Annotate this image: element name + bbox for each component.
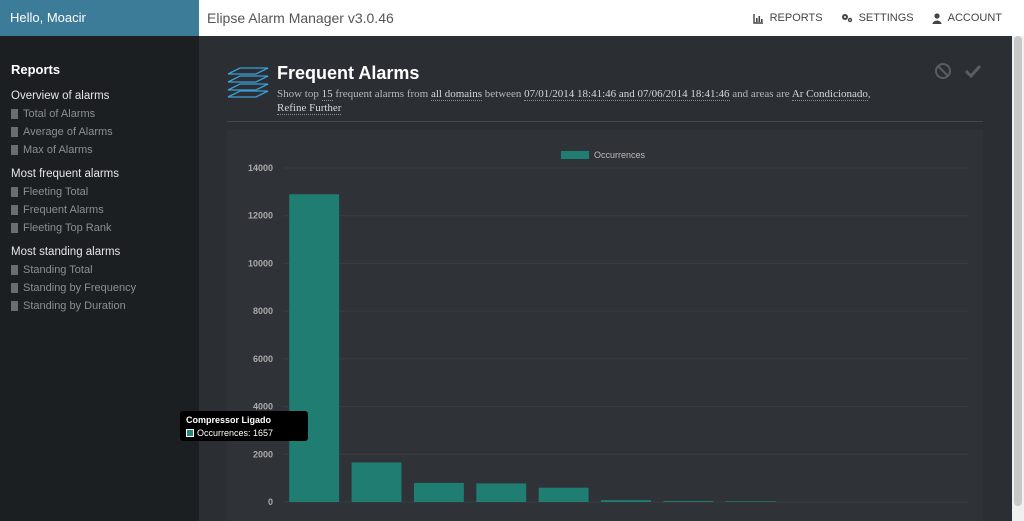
sidebar-item-frequent-alarms[interactable]: Frequent Alarms <box>11 201 199 219</box>
areas-selector[interactable]: Ar Condicionado <box>791 88 868 101</box>
desc-text: and areas are <box>732 88 790 100</box>
nav-reports[interactable]: REPORTS <box>752 12 823 24</box>
greeting: Hello, Moacir <box>0 0 199 36</box>
scrollbar[interactable] <box>1012 36 1024 521</box>
legend: Occurrences <box>561 150 646 160</box>
user-icon <box>932 12 942 24</box>
header-actions <box>934 62 982 80</box>
domains-selector[interactable]: all domains <box>430 88 483 101</box>
sidebar-item-fleeting-top-rank[interactable]: Fleeting Top Rank <box>11 219 199 237</box>
main-content: Frequent Alarms Show top 15 frequent ala… <box>199 36 1012 521</box>
sidebar-item-label: Total of Alarms <box>23 108 96 120</box>
top-nav: REPORTS SETTINGS ACCOUNT <box>752 0 1002 36</box>
ban-icon[interactable] <box>934 62 952 80</box>
bar[interactable] <box>725 501 776 502</box>
y-tick-label: 2000 <box>253 449 273 459</box>
scrollbar-thumb[interactable] <box>1014 36 1022 506</box>
check-icon[interactable] <box>964 62 982 80</box>
sidebar-item-standing-by-duration[interactable]: Standing by Duration <box>11 297 199 315</box>
y-tick-label: 8000 <box>253 306 273 316</box>
bar[interactable] <box>476 483 527 502</box>
document-icon <box>11 205 18 215</box>
document-icon <box>11 223 18 233</box>
bar[interactable] <box>663 501 714 502</box>
legend-swatch <box>561 151 589 159</box>
sidebar-item-label: Average of Alarms <box>23 126 113 138</box>
bar-chart-icon <box>752 13 763 24</box>
sidebar-group-overview: Overview of alarms <box>11 90 110 102</box>
gears-icon <box>841 14 852 23</box>
sidebar-item-standing-by-frequency[interactable]: Standing by Frequency <box>11 279 199 297</box>
document-icon <box>11 187 18 197</box>
bar[interactable] <box>413 482 464 502</box>
y-tick-label: 10000 <box>248 258 273 268</box>
bar[interactable] <box>351 462 402 502</box>
sidebar: Reports Overview of alarms Total of Alar… <box>0 36 199 521</box>
date-range-selector[interactable]: 07/01/2014 18:41:46 and 07/06/2014 18:41… <box>524 88 730 101</box>
y-tick-label: 12000 <box>248 211 273 221</box>
top-count-selector[interactable]: 15 <box>321 88 333 101</box>
desc-text: Show top <box>277 88 319 100</box>
document-icon <box>11 265 18 275</box>
document-icon <box>11 145 18 155</box>
sidebar-item-label: Standing Total <box>23 264 93 276</box>
document-icon <box>11 283 18 293</box>
nav-account-label: ACCOUNT <box>947 12 1002 24</box>
refine-further-link[interactable]: Refine Further <box>277 102 342 115</box>
y-axis: 02000400060008000100001200014000 <box>248 163 273 507</box>
grid <box>283 167 969 503</box>
sidebar-group-frequent: Most frequent alarms <box>11 168 120 180</box>
sidebar-item-standing-total[interactable]: Standing Total <box>11 261 199 279</box>
document-icon <box>11 109 18 119</box>
page-title: Frequent Alarms <box>277 63 420 83</box>
header-divider <box>227 121 983 122</box>
desc-text: frequent alarms from <box>335 88 429 100</box>
sidebar-item-max-of-alarms[interactable]: Max of Alarms <box>11 141 199 159</box>
sidebar-item-label: Fleeting Top Rank <box>23 222 112 234</box>
nav-settings[interactable]: SETTINGS <box>841 12 914 24</box>
document-icon <box>11 127 18 137</box>
bar[interactable] <box>289 194 340 502</box>
tooltip-swatch <box>186 429 194 437</box>
sidebar-item-label: Fleeting Total <box>23 186 89 198</box>
tooltip-title: Compressor Ligado <box>186 415 272 425</box>
title-bar: Elipse Alarm Manager v3.0.46 REPORTS SET… <box>199 0 1024 36</box>
y-tick-label: 14000 <box>248 163 273 173</box>
bar[interactable] <box>601 500 651 502</box>
report-description: Show top 15 frequent alarms from all dom… <box>277 87 877 115</box>
sidebar-item-average-of-alarms[interactable]: Average of Alarms <box>11 123 199 141</box>
sidebar-item-label: Max of Alarms <box>23 144 93 156</box>
nav-account[interactable]: ACCOUNT <box>932 12 1002 24</box>
app-title: Elipse Alarm Manager v3.0.46 <box>207 10 394 26</box>
sidebar-item-label: Frequent Alarms <box>23 204 104 216</box>
top-bar: Hello, Moacir Elipse Alarm Manager v3.0.… <box>0 0 1024 36</box>
layers-icon <box>227 67 269 98</box>
bar-tooltip: Compressor Ligado Occurrences: 1657 <box>180 411 308 441</box>
chart-panel: 0 2000 4000 6000 8000 10000 12000 14000 Occurre… <box>227 130 983 521</box>
document-icon <box>11 301 18 311</box>
sidebar-item-label: Standing by Frequency <box>23 282 137 294</box>
sidebar-item-fleeting-total[interactable]: Fleeting Total <box>11 183 199 201</box>
y-tick-label: 0 <box>268 497 273 507</box>
nav-settings-label: SETTINGS <box>858 12 914 24</box>
desc-text: , <box>867 88 871 100</box>
sidebar-group-standing: Most standing alarms <box>11 246 121 258</box>
legend-label: Occurrences <box>594 150 646 160</box>
tooltip-row: Occurrences: 1657 <box>186 428 302 438</box>
sidebar-item-total-of-alarms[interactable]: Total of Alarms <box>11 105 199 123</box>
sidebar-title: Reports <box>11 62 61 77</box>
desc-text: between <box>484 88 522 100</box>
bars <box>289 194 776 502</box>
tooltip-value: Occurrences: 1657 <box>197 428 274 438</box>
frequent-alarms-chart: 02000400060008000100001200014000 Occurre… <box>248 150 969 507</box>
bar[interactable] <box>538 487 589 502</box>
y-tick-label: 6000 <box>253 354 273 364</box>
nav-reports-label: REPORTS <box>769 12 823 24</box>
sidebar-item-label: Standing by Duration <box>23 300 126 312</box>
